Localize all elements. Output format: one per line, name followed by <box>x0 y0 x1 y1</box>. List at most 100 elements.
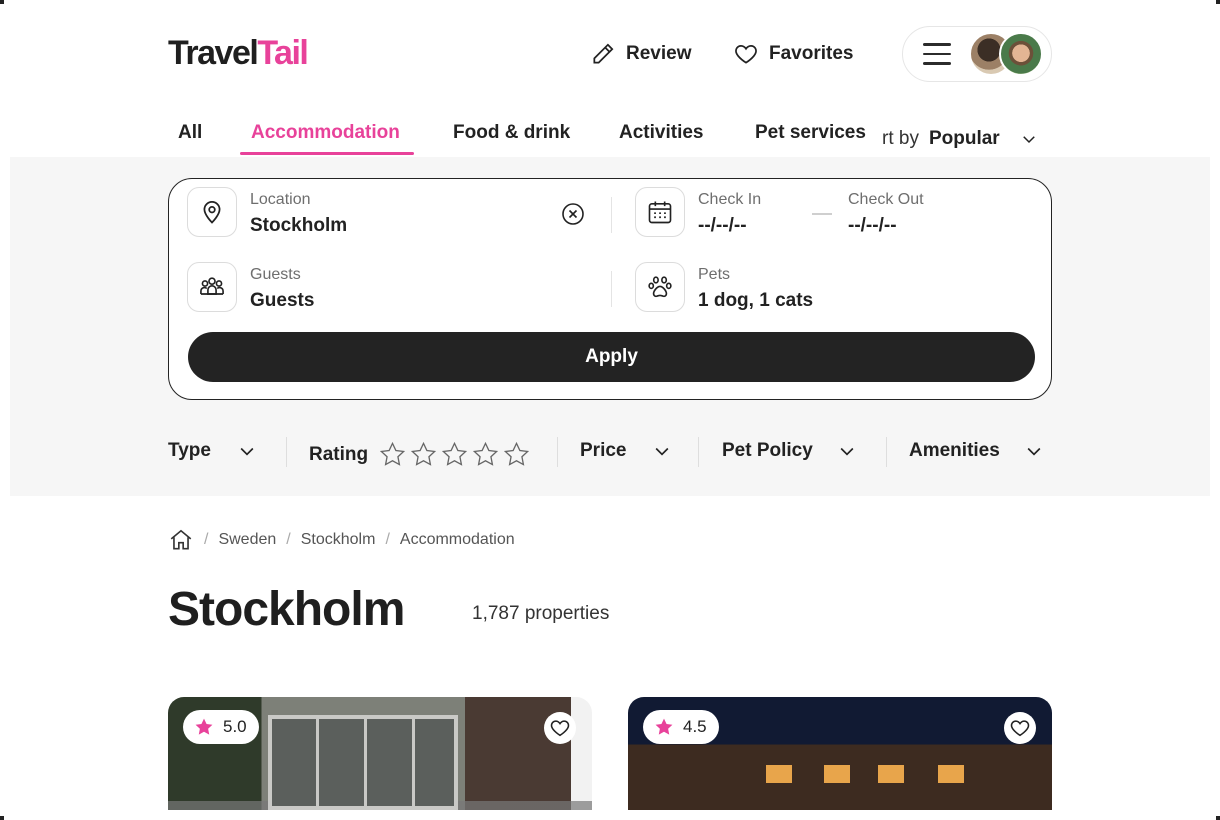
chevron-down-icon <box>656 447 669 456</box>
sort-value: Popular <box>928 128 1000 149</box>
people-icon <box>200 277 224 295</box>
frame-corner <box>1216 816 1220 820</box>
chevron-down-icon <box>240 447 254 456</box>
price-filter[interactable]: Price <box>580 440 672 462</box>
breadcrumb-separator: / <box>286 531 291 548</box>
map-pin-icon <box>203 201 221 224</box>
logo-text-travel: Travel <box>168 34 259 72</box>
rating-filter[interactable]: Rating <box>309 440 531 469</box>
page-title: Stockholm <box>168 583 405 636</box>
favorites-label: Favorites <box>769 43 854 64</box>
breadcrumb-stockholm[interactable]: Stockholm <box>301 531 376 549</box>
filter-divider <box>698 437 699 467</box>
amenities-filter-label: Amenities <box>909 440 1000 461</box>
breadcrumb-sweden[interactable]: Sweden <box>218 531 276 549</box>
property-count: 1,787 properties <box>472 603 610 624</box>
guests-field[interactable]: Guests Guests <box>187 262 314 312</box>
guests-value: Guests <box>250 290 315 311</box>
star-outline-icon[interactable] <box>471 440 500 469</box>
travel-tail-logo[interactable]: TravelTail <box>168 34 309 73</box>
amenities-filter[interactable]: Amenities <box>909 440 1044 462</box>
location-icon-box <box>187 187 237 237</box>
rating-value: 5.0 <box>223 717 247 736</box>
field-divider <box>611 197 612 233</box>
favorites-link[interactable]: Favorites <box>733 38 853 70</box>
listing-photo <box>268 715 458 810</box>
calendar-icon <box>648 201 672 224</box>
breadcrumb-accommodation[interactable]: Accommodation <box>400 531 515 549</box>
location-label: Location <box>250 191 311 208</box>
chevron-down-icon <box>1027 447 1041 456</box>
rating-stars <box>378 440 531 469</box>
type-filter-label: Type <box>168 440 211 461</box>
user-menu[interactable] <box>902 26 1052 82</box>
pets-field[interactable]: Pets 1 dog, 1 cats <box>635 262 813 312</box>
location-value: Stockholm <box>250 215 348 236</box>
location-field[interactable]: Location Stockholm <box>187 187 347 237</box>
apply-button[interactable]: Apply <box>188 332 1035 382</box>
price-filter-label: Price <box>580 440 627 461</box>
pets-icon-box <box>635 262 685 312</box>
favorite-button[interactable] <box>1004 712 1036 744</box>
check-in-value: --/--/-- <box>698 215 747 236</box>
star-filled-icon <box>655 718 673 735</box>
hamburger-menu-icon[interactable] <box>923 43 951 67</box>
logo-text-tail: Tail <box>257 34 309 72</box>
type-filter[interactable]: Type <box>168 440 257 462</box>
rating-badge: 4.5 <box>643 710 719 744</box>
rating-badge: 5.0 <box>183 710 259 744</box>
favorite-button[interactable] <box>544 712 576 744</box>
check-out-label: Check Out <box>848 191 924 208</box>
breadcrumb-separator: / <box>385 531 390 548</box>
heart-icon <box>550 720 570 737</box>
user-avatar[interactable] <box>999 32 1043 76</box>
tab-accommodation[interactable]: Accommodation <box>251 122 400 144</box>
tab-pet-services[interactable]: Pet services <box>755 122 866 144</box>
clear-location-icon[interactable] <box>561 202 585 226</box>
star-filled-icon <box>195 718 213 735</box>
home-icon[interactable] <box>168 527 194 553</box>
star-outline-icon[interactable] <box>409 440 438 469</box>
filter-divider <box>286 437 287 467</box>
field-divider <box>611 271 612 307</box>
check-in-field[interactable]: Check In --/--/-- <box>635 187 761 237</box>
guests-label: Guests <box>250 266 301 283</box>
review-label: Review <box>626 43 692 64</box>
breadcrumb-separator: / <box>204 531 209 548</box>
pets-value: 1 dog, 1 cats <box>698 290 814 311</box>
breadcrumb: / Sweden / Stockholm / Accommodation <box>168 527 515 553</box>
check-out-field[interactable]: Check Out --/--/-- <box>835 187 924 237</box>
check-out-value: --/--/-- <box>848 215 897 236</box>
pet-policy-filter-label: Pet Policy <box>722 440 813 461</box>
result-card[interactable]: 5.0 <box>168 697 592 810</box>
result-card[interactable]: 4.5 <box>628 697 1052 810</box>
chevron-down-icon <box>840 447 854 456</box>
chevron-down-icon <box>1022 136 1035 144</box>
tab-food-drink[interactable]: Food & drink <box>453 122 570 144</box>
pets-label: Pets <box>698 266 731 283</box>
tab-activities[interactable]: Activities <box>619 122 703 144</box>
pencil-icon <box>593 43 614 64</box>
search-card: Location Stockholm Check In --/--/-- Che… <box>168 178 1052 400</box>
paw-icon <box>648 276 672 298</box>
pet-policy-filter[interactable]: Pet Policy <box>722 440 857 462</box>
guests-icon-box <box>187 262 237 312</box>
active-tab-indicator <box>240 152 414 155</box>
frame-corner <box>0 816 4 820</box>
date-range-dash <box>812 213 832 215</box>
sort-dropdown[interactable]: rt by Popular <box>882 128 1038 150</box>
star-outline-icon[interactable] <box>440 440 469 469</box>
calendar-icon-box <box>635 187 685 237</box>
review-link[interactable]: Review <box>590 38 691 70</box>
tab-all[interactable]: All <box>178 122 202 144</box>
star-outline-icon[interactable] <box>502 440 531 469</box>
rating-filter-label: Rating <box>309 443 369 465</box>
heart-icon <box>735 45 757 64</box>
frame-corner <box>0 0 4 4</box>
filter-divider <box>557 437 558 467</box>
star-outline-icon[interactable] <box>378 440 407 469</box>
heart-icon <box>1010 720 1030 737</box>
rating-value: 4.5 <box>683 717 707 736</box>
filter-divider <box>886 437 887 467</box>
sort-label: rt by <box>882 128 919 149</box>
